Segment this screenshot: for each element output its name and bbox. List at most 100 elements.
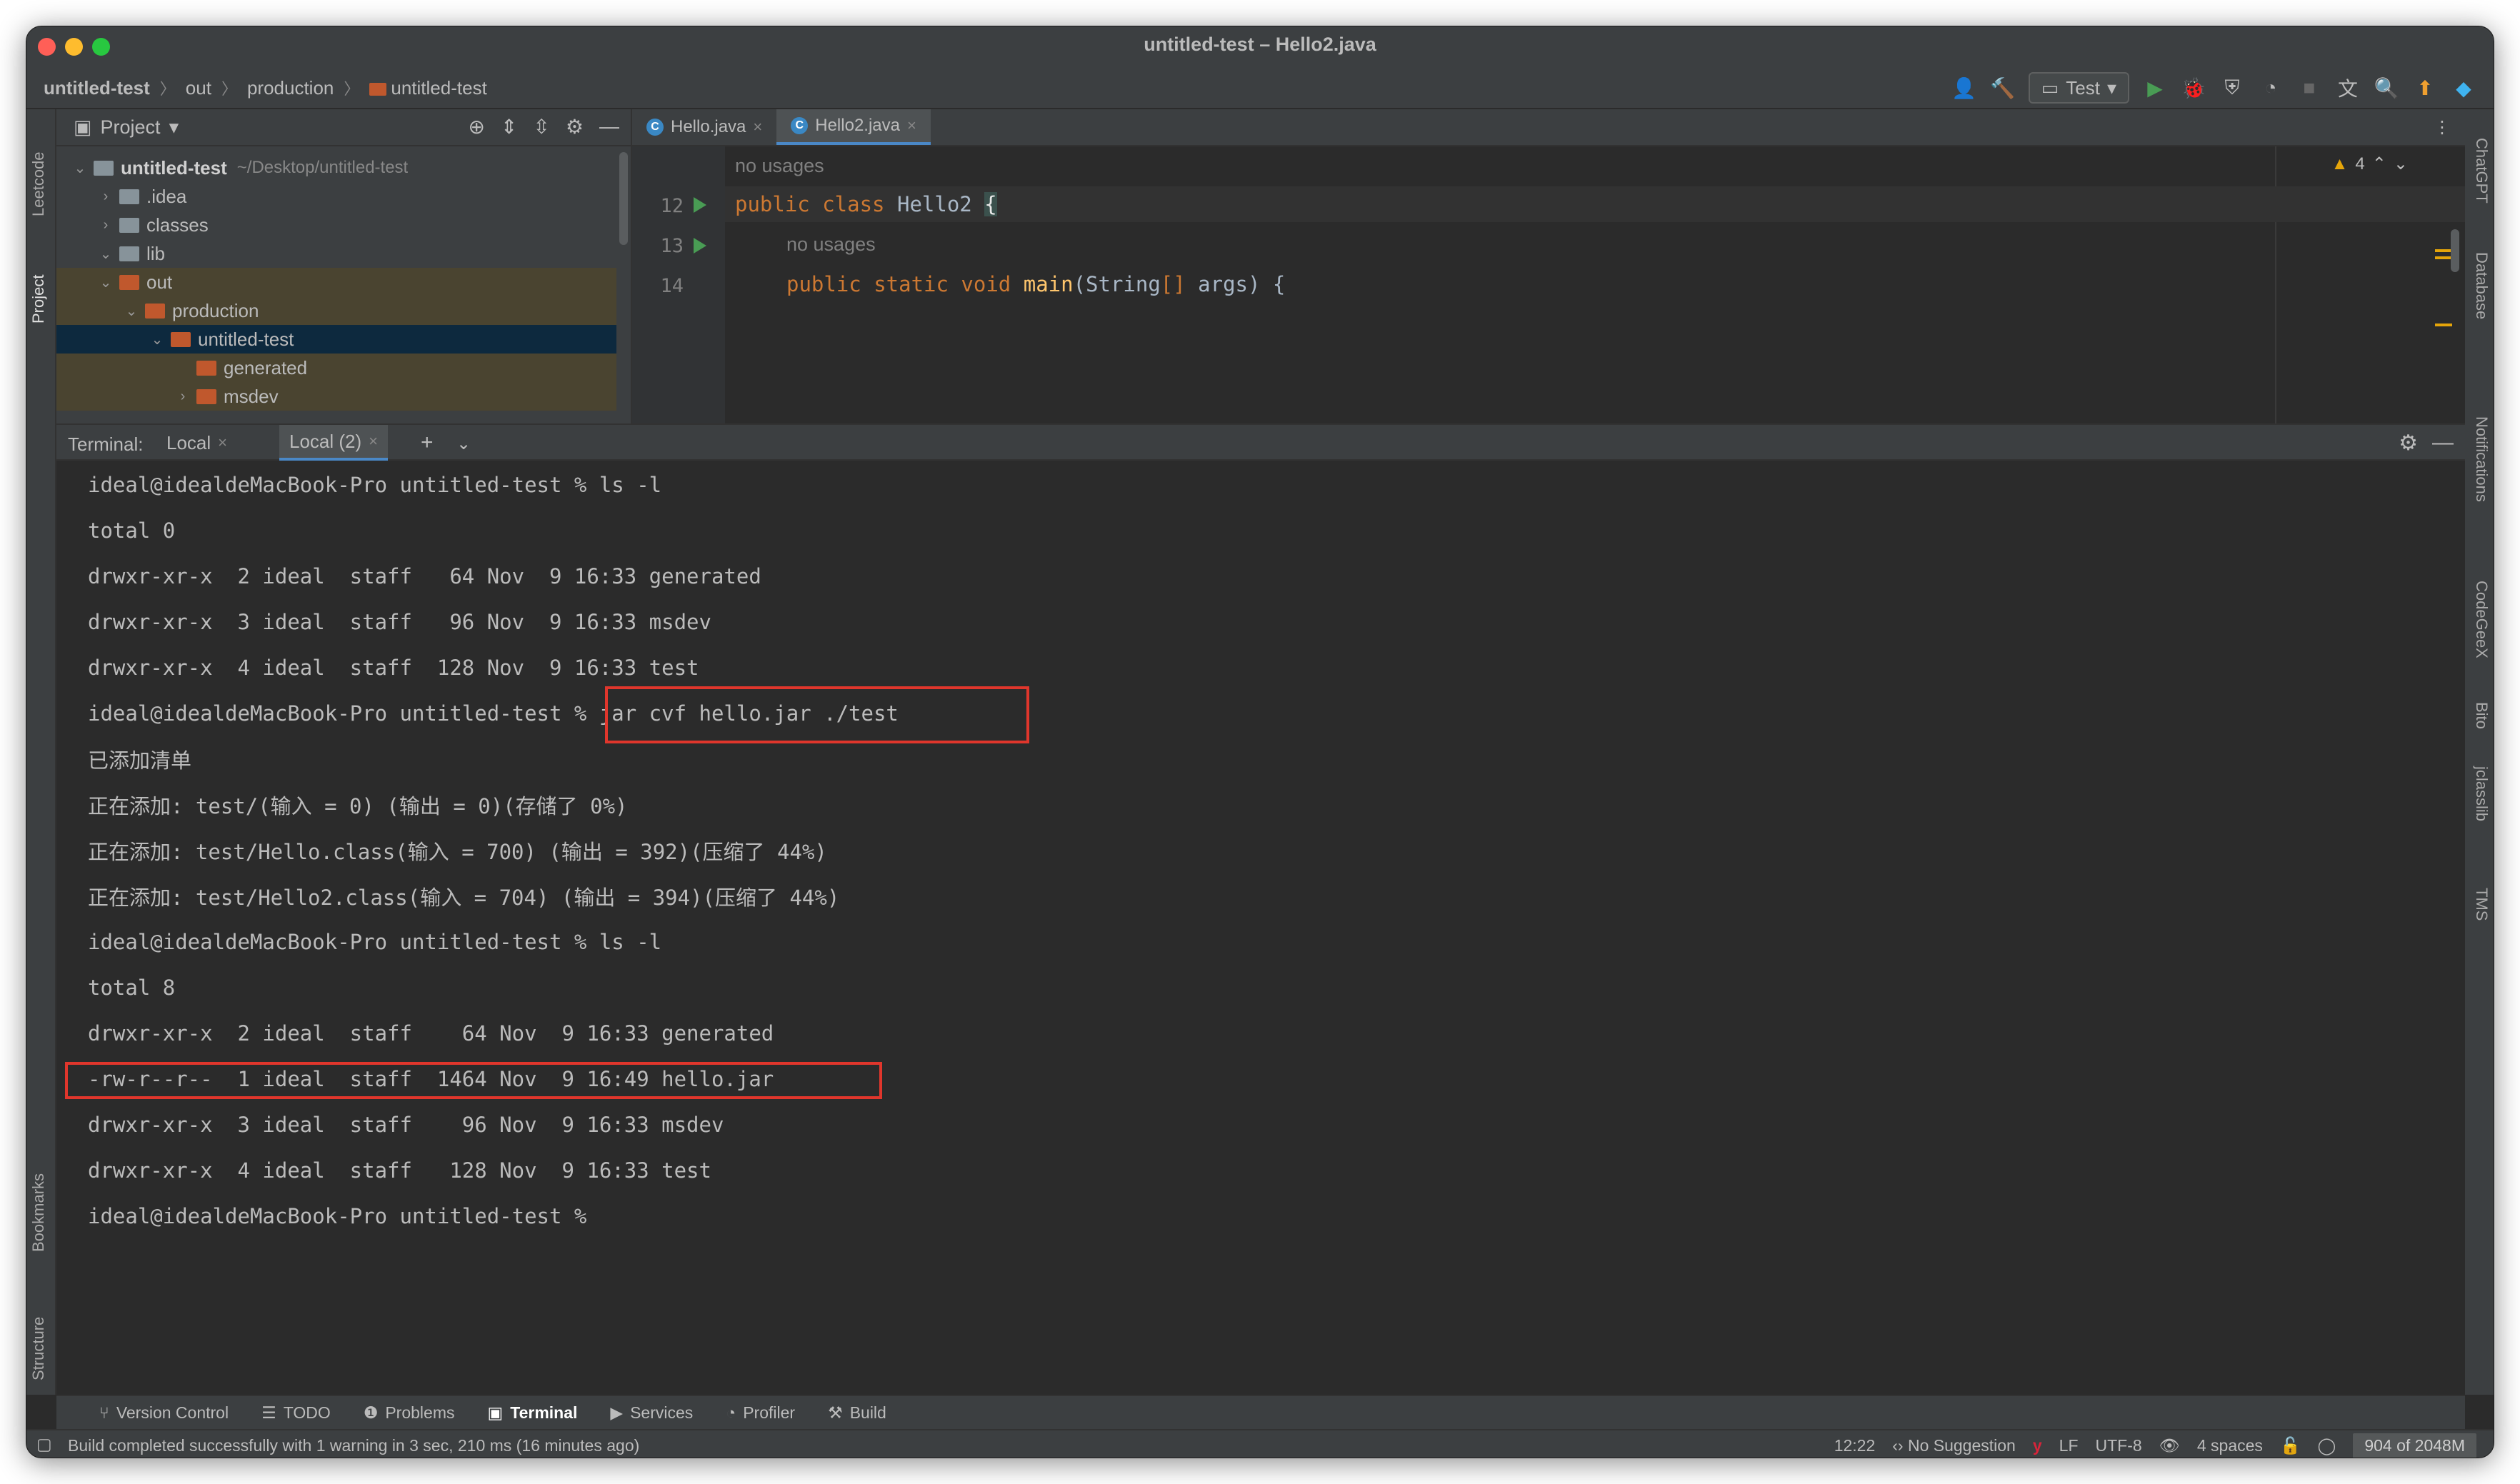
version-control-tool-button[interactable]: ⑂ Version Control [99, 1403, 229, 1423]
line-number: 13 [660, 235, 684, 257]
breadcrumb-item-out[interactable]: out [186, 77, 211, 99]
collapse-all-icon[interactable]: ⇳ [533, 115, 549, 139]
plugin-logo-icon[interactable]: ◆ [2451, 75, 2476, 101]
lock-icon[interactable]: 🔓 [2280, 1436, 2301, 1455]
tree-item-root[interactable]: ⌄ untitled-test ~/Desktop/untitled-test [56, 154, 616, 182]
brace-token: { [984, 192, 997, 216]
tree-item-lib[interactable]: ⌄ lib [56, 239, 616, 268]
chevron-down-icon[interactable]: ⌄ [96, 274, 115, 291]
expand-all-icon[interactable]: ⇕ [501, 115, 517, 139]
folder-icon [119, 217, 139, 233]
locate-icon[interactable]: ⊕ [468, 115, 484, 139]
coverage-icon[interactable]: ⛨ [2219, 75, 2245, 101]
tab-hello2-java[interactable]: C Hello2.java × [776, 109, 931, 145]
close-icon[interactable]: × [369, 432, 378, 451]
main-toolbar: 👤 🔨 ▭ Test ▾ ▶ 🐞 ⛨ ◔ ■ 文 🔍 ⬆ ◆ [1951, 72, 2476, 104]
run-configuration-select[interactable]: ▭ Test ▾ [2028, 72, 2129, 104]
ide-window: untitled-test – Hello2.java untitled-tes… [26, 26, 2494, 1458]
profiler-tool-button[interactable]: ◔ Profiler [726, 1403, 795, 1423]
tree-item-generated[interactable]: generated [56, 354, 616, 382]
close-icon[interactable]: × [907, 116, 916, 135]
tree-item-untitled-test[interactable]: ⌄ untitled-test [56, 325, 616, 354]
tab-actions-menu[interactable]: ⋮ [2419, 109, 2465, 145]
hide-panel-icon[interactable]: — [2432, 431, 2454, 455]
jclasslib-tool-button[interactable]: jclasslib [2472, 766, 2491, 821]
breadcrumb-item-module[interactable]: untitled-test [369, 77, 487, 99]
notifications-tool-button[interactable]: Notifications [2472, 416, 2491, 502]
update-icon[interactable]: ⬆ [2412, 75, 2438, 101]
chatgpt-tool-button[interactable]: ChatGPT [2472, 138, 2491, 204]
todo-tool-button[interactable]: ☰ TODO [261, 1403, 331, 1423]
code-area[interactable]: no usages public class Hello2 { no usage… [725, 146, 2465, 423]
module-folder-icon [94, 160, 114, 176]
chevron-right-icon[interactable]: › [96, 217, 115, 234]
terminal-tool-button[interactable]: ▣ Terminal [488, 1403, 578, 1423]
chevron-down-icon[interactable]: ⌄ [456, 433, 471, 454]
line-separator[interactable]: LF [2059, 1436, 2079, 1455]
project-scrollbar[interactable] [619, 152, 628, 245]
chevron-right-icon[interactable]: › [96, 189, 115, 205]
build-tool-button[interactable]: ⚒ Build [828, 1403, 886, 1423]
run-gutter-icon[interactable] [694, 238, 706, 254]
status-message[interactable]: Build completed successfully with 1 warn… [68, 1436, 639, 1455]
breadcrumb-item-production[interactable]: production [247, 77, 334, 99]
tree-item-classes[interactable]: › classes [56, 211, 616, 239]
run-gutter-icon[interactable] [694, 197, 706, 213]
hide-panel-icon[interactable]: — [599, 115, 619, 139]
services-tool-button[interactable]: ▶ Services [610, 1403, 693, 1423]
terminal-tab-local[interactable]: Local × [156, 425, 237, 461]
leetcode-tool-button[interactable]: Leetcode [29, 151, 48, 216]
eye-icon[interactable]: 👁 [2159, 1436, 2180, 1455]
stop-icon[interactable]: ■ [2296, 75, 2322, 101]
codegeex-tool-button[interactable]: CodeGeeX [2472, 581, 2491, 658]
chevron-down-icon[interactable]: ⌄ [122, 302, 141, 320]
terminal-output[interactable]: ideal@idealdeMacBook-Pro untitled-test %… [56, 461, 2465, 1432]
tms-tool-button[interactable]: TMS [2472, 888, 2491, 921]
translate-icon[interactable]: 文 [2335, 75, 2361, 101]
bookmarks-tool-button[interactable]: Bookmarks [29, 1173, 48, 1252]
chevron-down-icon[interactable]: ▾ [169, 116, 179, 139]
suggestion-widget[interactable]: ‹› No Suggestion [1892, 1436, 2016, 1455]
project-view-select[interactable]: Project [101, 116, 161, 139]
close-icon[interactable]: × [753, 118, 762, 136]
memory-indicator[interactable]: 904 of 2048M [2353, 1433, 2476, 1458]
new-terminal-icon[interactable]: + [421, 431, 434, 455]
terminal-line: drwxr-xr-x 2 ideal staff 64 Nov 9 16:33 … [88, 1021, 774, 1046]
chevron-down-icon[interactable]: ⌄ [71, 159, 89, 177]
chevron-right-icon[interactable]: › [174, 388, 192, 405]
gear-icon[interactable]: ⚙ [566, 115, 584, 139]
file-encoding[interactable]: UTF-8 [2096, 1436, 2142, 1455]
chevron-down-icon[interactable]: ⌄ [96, 245, 115, 263]
structure-tool-button[interactable]: Structure [29, 1317, 48, 1380]
profile-icon[interactable]: ◔ [2258, 75, 2284, 101]
build-hammer-icon[interactable]: 🔨 [1990, 75, 2016, 101]
account-icon[interactable]: 👤 [1951, 75, 1977, 101]
terminal-tab-label: Local [166, 431, 211, 453]
tree-item-production[interactable]: ⌄ production [56, 296, 616, 325]
debug-icon[interactable]: 🐞 [2181, 75, 2206, 101]
navigation-bar: untitled-test 〉 out 〉 production 〉 untit… [26, 66, 2494, 109]
layout-toggle-icon[interactable]: ▢ [36, 1435, 52, 1454]
search-icon[interactable]: 🔍 [2374, 75, 2399, 101]
bito-tool-button[interactable]: Bito [2472, 702, 2491, 729]
tree-item-msdev[interactable]: › msdev [56, 382, 616, 411]
plugin-y-icon[interactable]: y [2033, 1436, 2042, 1455]
project-tool-button[interactable]: Project [29, 275, 48, 324]
indent-setting[interactable]: 4 spaces [2197, 1436, 2263, 1455]
tree-item-idea[interactable]: › .idea [56, 182, 616, 211]
terminal-tab-local-2[interactable]: Local (2) × [279, 425, 389, 461]
tool-label: Terminal [510, 1403, 578, 1422]
problems-tool-button[interactable]: ❶ Problems [364, 1403, 455, 1423]
database-tool-button[interactable]: Database [2472, 252, 2491, 319]
chevron-down-icon[interactable]: ⌄ [148, 331, 166, 349]
breadcrumb-item-project[interactable]: untitled-test [44, 77, 150, 99]
run-icon[interactable]: ▶ [2142, 75, 2168, 101]
tab-hello-java[interactable]: C Hello.java × [632, 109, 776, 145]
tree-item-out[interactable]: ⌄ out [56, 268, 616, 296]
code-line-12: public class Hello2 { [725, 186, 2465, 222]
terminal-line: total 0 [88, 518, 176, 543]
gear-icon[interactable]: ⚙ [2399, 431, 2418, 456]
caret-position[interactable]: 12:22 [1834, 1436, 1876, 1455]
close-icon[interactable]: × [218, 433, 227, 452]
circle-icon[interactable]: ◯ [2318, 1436, 2336, 1455]
